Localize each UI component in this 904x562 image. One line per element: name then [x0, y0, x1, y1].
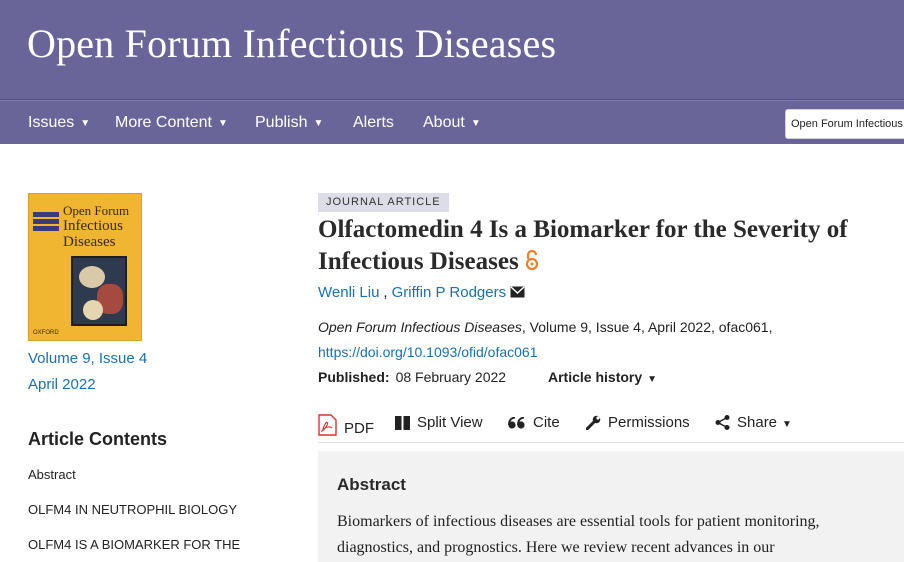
caret-down-icon: ▼: [80, 118, 91, 129]
issue-date-link[interactable]: April 2022: [28, 376, 96, 393]
pdf-button[interactable]: PDF: [318, 414, 374, 437]
caret-down-icon: ▼: [647, 374, 658, 385]
article-title-line2: Infectious Diseases: [318, 248, 519, 275]
cover-title-line: Infectious: [63, 218, 123, 234]
journal-search-select[interactable]: Open Forum Infectious: [785, 109, 904, 139]
nav-about[interactable]: About ▼: [423, 114, 481, 132]
nav-issues[interactable]: Issues ▼: [28, 114, 90, 132]
idsa-logo-icon: [33, 212, 59, 234]
cite-button[interactable]: Cite: [508, 414, 560, 434]
contents-item-olfm4-biomarker[interactable]: OLFM4 IS A BIOMARKER FOR THE: [28, 537, 240, 552]
caret-down-icon: ▼: [217, 118, 228, 129]
cite-label: Cite: [533, 414, 560, 431]
article-title-line1: Olfactomedin 4 Is a Biomarker for the Se…: [318, 216, 848, 243]
article-contents-heading: Article Contents: [28, 429, 168, 449]
split-view-button[interactable]: Split View: [395, 414, 483, 434]
caret-down-icon: ▼: [313, 118, 324, 129]
citation-details: , Volume 9, Issue 4, April 2022, ofac061…: [521, 319, 773, 335]
nav-more-content-label: More Content: [115, 114, 212, 131]
permissions-label: Permissions: [608, 414, 690, 431]
abstract-line: diagnostics, and prognostics. Here we re…: [337, 539, 775, 556]
nav-alerts-label: Alerts: [353, 114, 394, 131]
citation-journal: Open Forum Infectious Diseases: [318, 319, 522, 335]
author-link[interactable]: Griffin P Rodgers: [392, 284, 507, 301]
published-date: 08 February 2022: [395, 369, 507, 385]
contents-item-abstract[interactable]: Abstract: [28, 467, 76, 482]
author-list: Wenli Liu, Griffin P Rodgers: [318, 284, 525, 301]
wrench-icon: [586, 415, 601, 430]
abstract-text: Biomarkers of infectious diseases are es…: [337, 509, 892, 561]
published-label: Published:: [318, 369, 390, 385]
journal-cover-image[interactable]: Open Forum Infectious Diseases OXFORD: [28, 193, 142, 341]
permissions-button[interactable]: Permissions: [586, 414, 690, 434]
article-history-label: Article history: [548, 369, 643, 385]
doi-link[interactable]: https://doi.org/10.1093/ofid/ofac061: [318, 344, 538, 360]
caret-down-icon: ▼: [470, 118, 481, 129]
published-info: Published: 08 February 2022: [318, 369, 506, 385]
pdf-label: PDF: [344, 420, 374, 437]
article-title: Olfactomedin 4 Is a Biomarker for the Se…: [318, 214, 898, 278]
open-access-icon: [525, 249, 538, 271]
cover-title-line: Open Forum: [63, 203, 130, 218]
nav-publish-label: Publish: [255, 114, 308, 131]
article-type-badge: JOURNAL ARTICLE: [318, 193, 449, 212]
cover-artwork: [71, 256, 127, 326]
journal-header: Open Forum Infectious Diseases: [0, 0, 904, 100]
nav-issues-label: Issues: [28, 114, 75, 131]
volume-issue-link[interactable]: Volume 9, Issue 4: [28, 350, 147, 367]
abstract-section: Abstract Biomarkers of infectious diseas…: [318, 451, 904, 562]
share-button[interactable]: Share ▼: [715, 414, 792, 434]
envelope-icon[interactable]: [510, 286, 525, 298]
main-nav: Issues ▼ More Content ▼ Publish ▼ Alerts Ab…: [0, 100, 904, 144]
pdf-icon: [318, 414, 337, 436]
citation-line: Open Forum Infectious Diseases, Volume 9…: [318, 319, 772, 335]
journal-title[interactable]: Open Forum Infectious Diseases: [27, 20, 556, 67]
cover-title: Open Forum Infectious Diseases: [63, 203, 130, 251]
article-history-toggle[interactable]: Article history ▼: [548, 369, 657, 385]
abstract-line: Biomarkers of infectious diseases are es…: [337, 513, 820, 530]
nav-publish[interactable]: Publish ▼: [255, 114, 323, 132]
nav-alerts[interactable]: Alerts: [353, 114, 394, 132]
cover-publisher: OXFORD: [33, 330, 59, 336]
split-view-icon: [395, 416, 410, 430]
contents-item-olfm4-neutrophil[interactable]: OLFM4 IN NEUTROPHIL BIOLOGY: [28, 502, 237, 517]
quote-icon: [508, 417, 525, 429]
nav-more-content[interactable]: More Content ▼: [115, 114, 228, 132]
cover-title-line: Diseases: [63, 234, 116, 250]
toolbar-divider: [318, 442, 904, 443]
nav-about-label: About: [423, 114, 465, 131]
author-separator: ,: [383, 284, 388, 301]
share-label: Share: [737, 414, 778, 431]
author-link[interactable]: Wenli Liu: [318, 284, 379, 301]
split-view-label: Split View: [417, 414, 483, 431]
caret-down-icon: ▼: [782, 419, 792, 430]
abstract-heading: Abstract: [337, 475, 406, 494]
share-icon: [715, 415, 730, 430]
